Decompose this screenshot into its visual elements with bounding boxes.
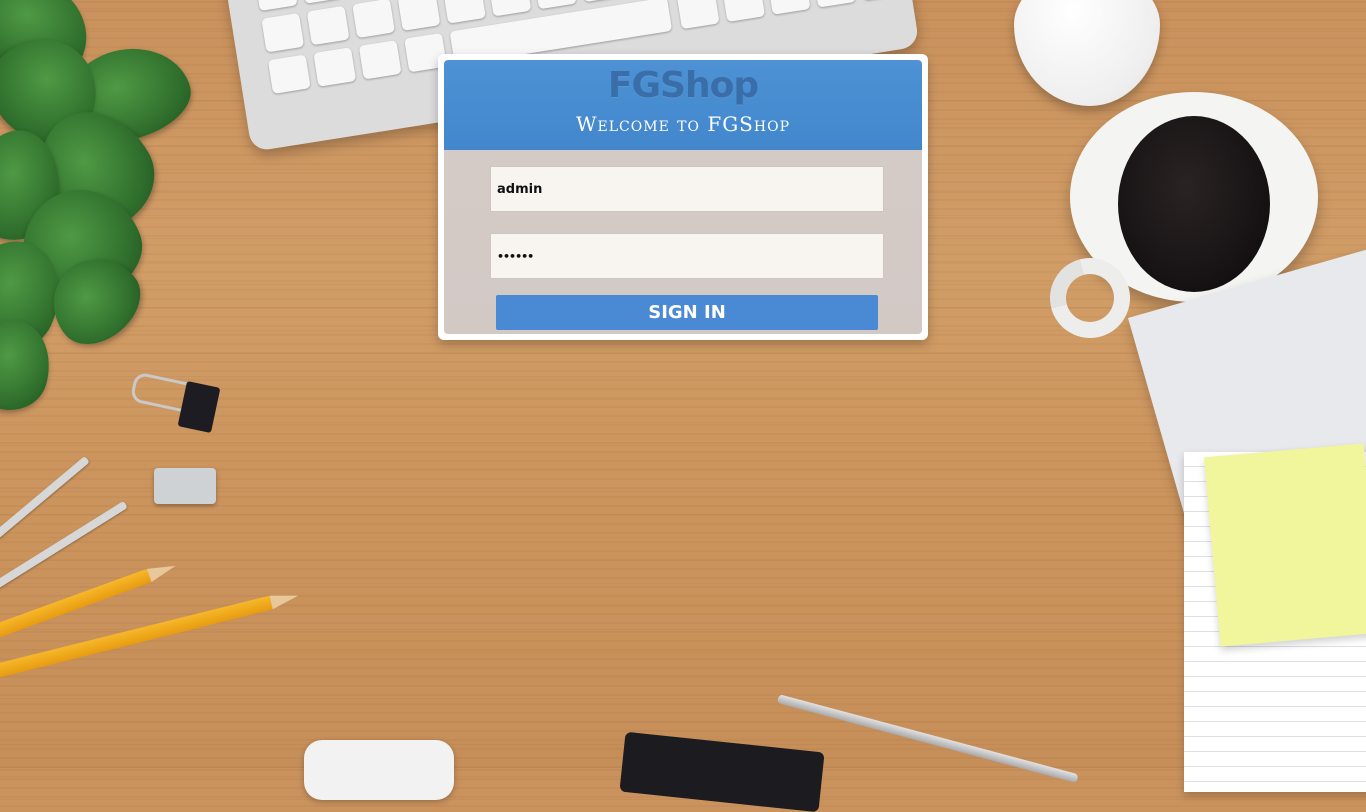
username-value: admin — [497, 181, 543, 197]
plant-leaf-image — [0, 311, 61, 419]
sharpener-image — [154, 468, 216, 504]
login-panel-body: FGShop Welcome to FGShop admin •••••• SI… — [444, 60, 922, 334]
login-panel: FGShop Welcome to FGShop admin •••••• SI… — [438, 54, 928, 340]
sticky-note-image — [1204, 443, 1366, 647]
wallet-image — [619, 731, 825, 812]
phone-image — [304, 740, 454, 800]
coffee-image — [1118, 116, 1270, 292]
sign-in-button[interactable]: SIGN IN — [496, 295, 878, 330]
login-header: FGShop Welcome to FGShop — [444, 60, 922, 150]
password-input[interactable]: •••••• — [490, 233, 884, 279]
mouse-image — [1014, 0, 1160, 106]
password-value: •••••• — [497, 249, 534, 263]
brand-logo: FGShop — [607, 65, 759, 106]
welcome-heading: Welcome to FGShop — [575, 112, 790, 136]
username-input[interactable]: admin — [490, 166, 884, 212]
